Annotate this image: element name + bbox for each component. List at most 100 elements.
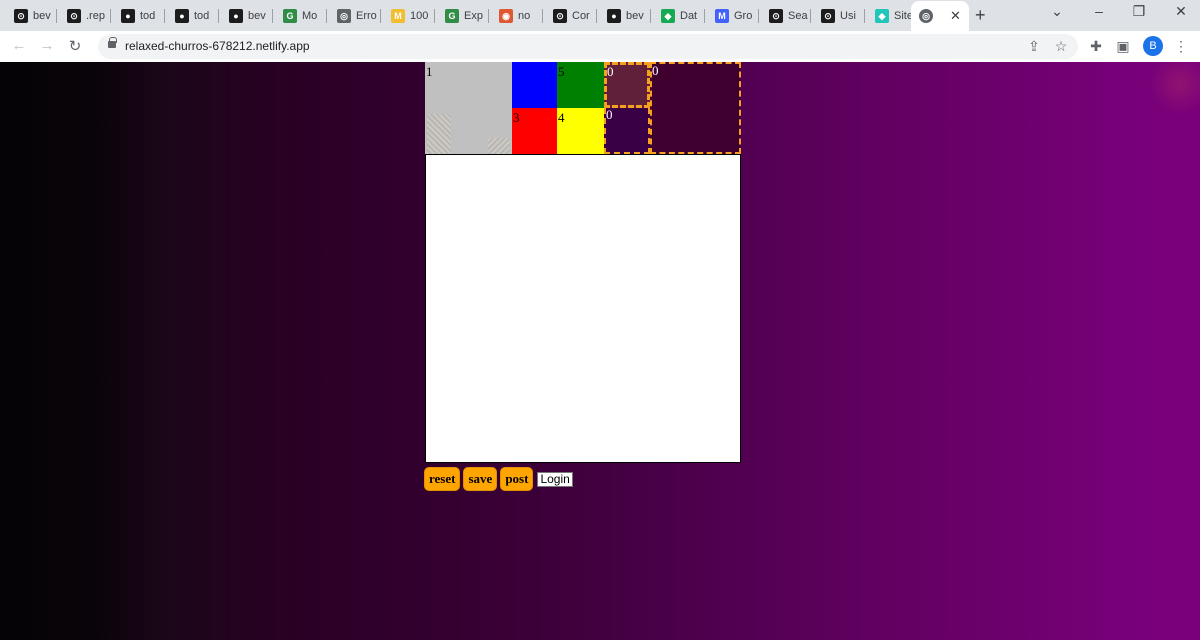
tab-5[interactable]: ● bev — [220, 4, 270, 28]
replit-icon: ⊙ — [67, 9, 81, 23]
tile-grid: 1 5 3 4 0 0 0 — [425, 62, 741, 154]
tab-separator — [380, 9, 381, 23]
address-bar[interactable]: relaxed-churros-678212.netlify.app — [98, 34, 1078, 59]
tab-title: Mo — [302, 10, 318, 22]
tab-separator — [704, 9, 705, 23]
github-icon: ● — [229, 9, 243, 23]
tab-separator — [56, 9, 57, 23]
tab-8[interactable]: M 100 — [382, 4, 432, 28]
github-icon: ● — [121, 9, 135, 23]
drop-zone-1[interactable]: 0 — [604, 62, 650, 108]
drop-zone-2[interactable]: 0 — [604, 108, 650, 154]
lock-icon — [108, 37, 117, 48]
tab-strip: ⊙ bev ⊙ .rep ● tod ● tod ● bev G Mo ◎ Erro M 100 G Exp ◉ no… — [0, 0, 1200, 31]
tile-green[interactable]: 5 — [557, 62, 604, 108]
tab-active[interactable]: ◎ ✕ — [911, 1, 969, 31]
tab-title: bev — [626, 10, 644, 22]
tile-count: 1 — [426, 64, 433, 79]
url-text[interactable]: relaxed-churros-678212.netlify.app — [125, 39, 310, 53]
tab-3[interactable]: ● tod — [112, 4, 162, 28]
tab-separator — [864, 9, 865, 23]
duckduckgo-icon: ◉ — [499, 9, 513, 23]
tab-title: Sea — [788, 10, 808, 22]
extensions-icon[interactable]: ✚ — [1087, 38, 1105, 55]
action-bar: reset save post Login — [424, 467, 573, 491]
tile-blue[interactable] — [512, 62, 557, 108]
drop-count: 0 — [606, 107, 613, 122]
tab-title: Gro — [734, 10, 753, 22]
tab-title: no — [518, 10, 531, 22]
tile-count: 4 — [558, 110, 565, 125]
tile-yellow[interactable]: 4 — [557, 108, 604, 154]
tab-17[interactable]: ◆ Site — [866, 4, 916, 28]
tab-title: Exp — [464, 10, 483, 22]
tab-16[interactable]: ⊙ Usi — [812, 4, 862, 28]
tab-9[interactable]: G Exp — [436, 4, 486, 28]
close-window-icon[interactable]: ✕ — [1166, 3, 1196, 20]
tile-count: 3 — [513, 110, 520, 125]
tab-12[interactable]: ● bev — [598, 4, 648, 28]
tab-title: Usi — [840, 10, 856, 22]
save-button[interactable]: save — [463, 467, 498, 491]
tab-separator — [542, 9, 543, 23]
tab-separator — [164, 9, 165, 23]
forward-icon[interactable]: → — [37, 37, 57, 54]
tab-separator — [488, 9, 489, 23]
browser-toolbar: ← → ↻ relaxed-churros-678212.netlify.app… — [0, 31, 1200, 62]
share-icon[interactable]: ⇪ — [1025, 38, 1043, 55]
login-button[interactable]: Login — [537, 471, 573, 487]
tile-gray[interactable]: 1 — [425, 62, 512, 154]
mongodb-icon: ◆ — [661, 9, 675, 23]
tab-15[interactable]: ⊙ Sea — [760, 4, 810, 28]
drop-zone-3[interactable]: 0 — [650, 62, 741, 154]
background-speckle — [1150, 62, 1200, 117]
tab-title: .rep — [86, 10, 105, 22]
fcc-icon: M — [391, 9, 405, 23]
tile-red[interactable]: 3 — [512, 108, 557, 154]
tab-10[interactable]: ◉ no — [490, 4, 540, 28]
profile-avatar[interactable]: B — [1143, 36, 1163, 56]
new-tab-icon[interactable]: + — [975, 5, 986, 26]
minimize-icon[interactable]: – — [1084, 3, 1114, 19]
reload-icon[interactable]: ↻ — [65, 37, 85, 55]
tab-title: tod — [194, 10, 210, 22]
tab-title: 100 — [410, 10, 429, 22]
tab-title: Cor — [572, 10, 590, 22]
tab-separator — [110, 9, 111, 23]
tab-2[interactable]: ⊙ .rep — [58, 4, 108, 28]
github-icon: ● — [607, 9, 621, 23]
tab-title: bev — [33, 10, 51, 22]
tab-separator — [758, 9, 759, 23]
tab-separator — [434, 9, 435, 23]
restore-icon[interactable]: ❐ — [1124, 3, 1154, 20]
tab-separator — [218, 9, 219, 23]
netlify-icon: ◆ — [875, 9, 889, 23]
reset-button[interactable]: reset — [424, 467, 461, 491]
replit-icon: ⊙ — [14, 9, 28, 23]
tab-title: tod — [140, 10, 156, 22]
back-icon[interactable]: ← — [9, 37, 29, 54]
tab-4[interactable]: ● tod — [166, 4, 216, 28]
menu-icon[interactable]: ⋮ — [1172, 38, 1190, 55]
tab-separator — [810, 9, 811, 23]
tab-1[interactable]: ⊙ bev — [5, 4, 55, 28]
tab-separator — [326, 9, 327, 23]
replit-icon: ⊙ — [553, 9, 567, 23]
tab-14[interactable]: M Gro — [706, 4, 756, 28]
tab-6[interactable]: G Mo — [274, 4, 324, 28]
tab-separator — [596, 9, 597, 23]
tab-separator — [272, 9, 273, 23]
github-icon: ● — [175, 9, 189, 23]
globe-icon: ◎ — [337, 9, 351, 23]
tab-13[interactable]: ◆ Dat — [652, 4, 702, 28]
page-body: 1 5 3 4 0 0 0 reset save post Login — [0, 62, 1200, 640]
tab-search-icon[interactable]: ⌄ — [1042, 3, 1072, 20]
post-button[interactable]: post — [500, 467, 534, 491]
bookmark-star-icon[interactable]: ☆ — [1052, 38, 1070, 55]
tab-7[interactable]: ◎ Erro — [328, 4, 378, 28]
close-icon[interactable]: ✕ — [950, 8, 961, 24]
drawing-canvas[interactable] — [425, 154, 741, 463]
replit-icon: ⊙ — [821, 9, 835, 23]
side-panel-icon[interactable]: ▣ — [1114, 38, 1132, 55]
tab-11[interactable]: ⊙ Cor — [544, 4, 594, 28]
